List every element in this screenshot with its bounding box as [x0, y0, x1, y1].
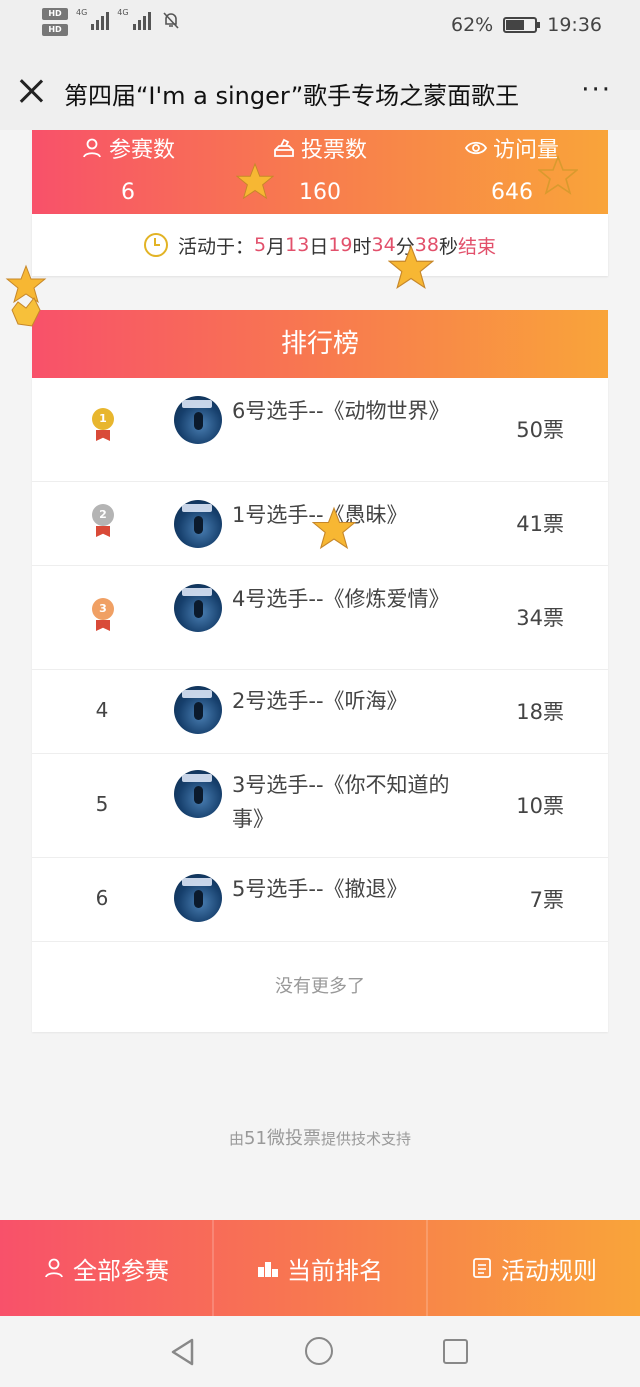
tab-label: 全部参赛: [73, 1256, 169, 1285]
ranking-row[interactable]: 6 5号选手--《撤退》 7票: [32, 858, 608, 942]
battery-percent: 62%: [451, 14, 494, 36]
home-icon[interactable]: [305, 1337, 333, 1365]
avatar: [174, 584, 222, 632]
clock-time: 19:36: [547, 14, 602, 36]
ballot-box-icon: [274, 138, 294, 157]
countdown-day: 13: [285, 234, 310, 256]
countdown-unit: 月: [266, 235, 286, 258]
tab-current-ranking[interactable]: 当前排名: [212, 1220, 426, 1316]
page-title: 第四届“I'm a singer”歌手专场之蒙面歌王: [64, 82, 520, 110]
contestant-name: 5号选手--《撤退》: [232, 877, 408, 901]
star-outline-icon: [538, 155, 578, 195]
countdown-month: 5: [254, 234, 267, 256]
document-icon: [473, 1258, 491, 1278]
vote-count: 34票: [516, 606, 564, 630]
ranking-row[interactable]: 4 2号选手--《听海》 18票: [32, 670, 608, 754]
avatar: [174, 396, 222, 444]
more-menu-icon[interactable]: ···: [581, 77, 612, 103]
podium-icon: [258, 1262, 278, 1277]
back-icon[interactable]: [170, 1338, 196, 1366]
contestant-name: 2号选手--《听海》: [232, 689, 408, 713]
signal-icon: 4G: [117, 8, 151, 30]
silver-medal-icon: 2: [92, 504, 114, 540]
ranking-header: 排行榜: [32, 310, 608, 378]
tab-label: 活动规则: [501, 1256, 597, 1285]
no-more-text: 没有更多了: [275, 976, 365, 997]
tech-support-footer: 由51微投票提供技术支持: [229, 1128, 411, 1149]
tab-all-contestants[interactable]: 全部参赛: [0, 1220, 212, 1316]
vote-count: 10票: [516, 794, 564, 818]
stat-visits: 访问量 646: [416, 130, 608, 214]
stats-card: 参赛数 6 投票数 160 访问量 646: [32, 130, 608, 214]
bronze-medal-icon: 3: [92, 598, 114, 634]
vote-count: 7票: [529, 888, 564, 912]
avatar: [174, 686, 222, 734]
ranking-row[interactable]: 1 6号选手--《动物世界》 50票: [32, 378, 608, 482]
countdown-suffix: 结束: [457, 235, 496, 258]
recent-apps-icon[interactable]: [443, 1339, 468, 1364]
gold-medal-icon: 1: [92, 408, 114, 444]
vote-count: 50票: [516, 418, 564, 442]
countdown-unit: 时: [352, 235, 372, 258]
ranking-list: 1 6号选手--《动物世界》 50票 2 1号选手--《愚昧》 41票 3 4号…: [32, 378, 608, 1032]
signal-icon: 4G: [76, 8, 110, 30]
tab-activity-rules[interactable]: 活动规则: [426, 1220, 640, 1316]
vote-count: 41票: [516, 512, 564, 536]
stat-label: 投票数: [300, 138, 367, 163]
stat-value: 6: [121, 180, 135, 205]
hd-badge: HD: [42, 8, 68, 20]
avatar: [174, 874, 222, 922]
rank-number: 5: [95, 792, 109, 816]
avatar: [174, 500, 222, 548]
mute-bell-icon: [163, 12, 179, 29]
close-icon[interactable]: [18, 78, 44, 104]
ranking-row[interactable]: 3 4号选手--《修炼爱情》 34票: [32, 566, 608, 670]
ranking-row[interactable]: 5 3号选手--《你不知道的事》 10票: [32, 754, 608, 858]
hd-badge: HD: [42, 24, 68, 36]
countdown-unit: 日: [309, 235, 329, 258]
status-bar: HD HD 4G 4G 62% 19:36: [0, 0, 640, 52]
contestant-name: 4号选手--《修炼爱情》: [232, 587, 450, 611]
stat-participants: 参赛数 6: [32, 130, 224, 214]
crown-star-icon: [5, 264, 47, 327]
contestant-name: 3号选手--《你不知道的事》: [232, 773, 450, 831]
user-icon: [45, 1258, 63, 1278]
stat-label: 参赛数: [108, 138, 175, 163]
rank-number: 4: [95, 698, 109, 722]
battery-icon: [503, 17, 541, 33]
brand-name: 51微投票: [244, 1128, 321, 1149]
star-icon: [388, 244, 434, 290]
avatar: [174, 770, 222, 818]
star-icon: [312, 506, 356, 550]
countdown-hour: 19: [328, 234, 353, 256]
countdown-bar: 活动于： 5月 13 日 19 时 34 分 38 秒 结束: [32, 214, 608, 276]
clock-icon: [144, 233, 169, 257]
title-bar: 第四届“I'm a singer”歌手专场之蒙面歌王 ···: [0, 52, 640, 130]
eye-icon: [464, 141, 487, 155]
vote-count: 18票: [516, 700, 564, 724]
stat-value: 646: [491, 180, 533, 205]
tab-label: 当前排名: [287, 1256, 383, 1285]
rank-number: 6: [95, 886, 109, 910]
star-icon: [236, 162, 274, 200]
contestant-name: 6号选手--《动物世界》: [232, 399, 450, 423]
countdown-unit: 秒: [438, 235, 458, 258]
system-nav-bar: [0, 1316, 640, 1387]
user-icon: [83, 138, 101, 158]
countdown-prefix: 活动于：: [178, 235, 255, 258]
bottom-tab-bar: 全部参赛 当前排名 活动规则: [0, 1220, 640, 1316]
